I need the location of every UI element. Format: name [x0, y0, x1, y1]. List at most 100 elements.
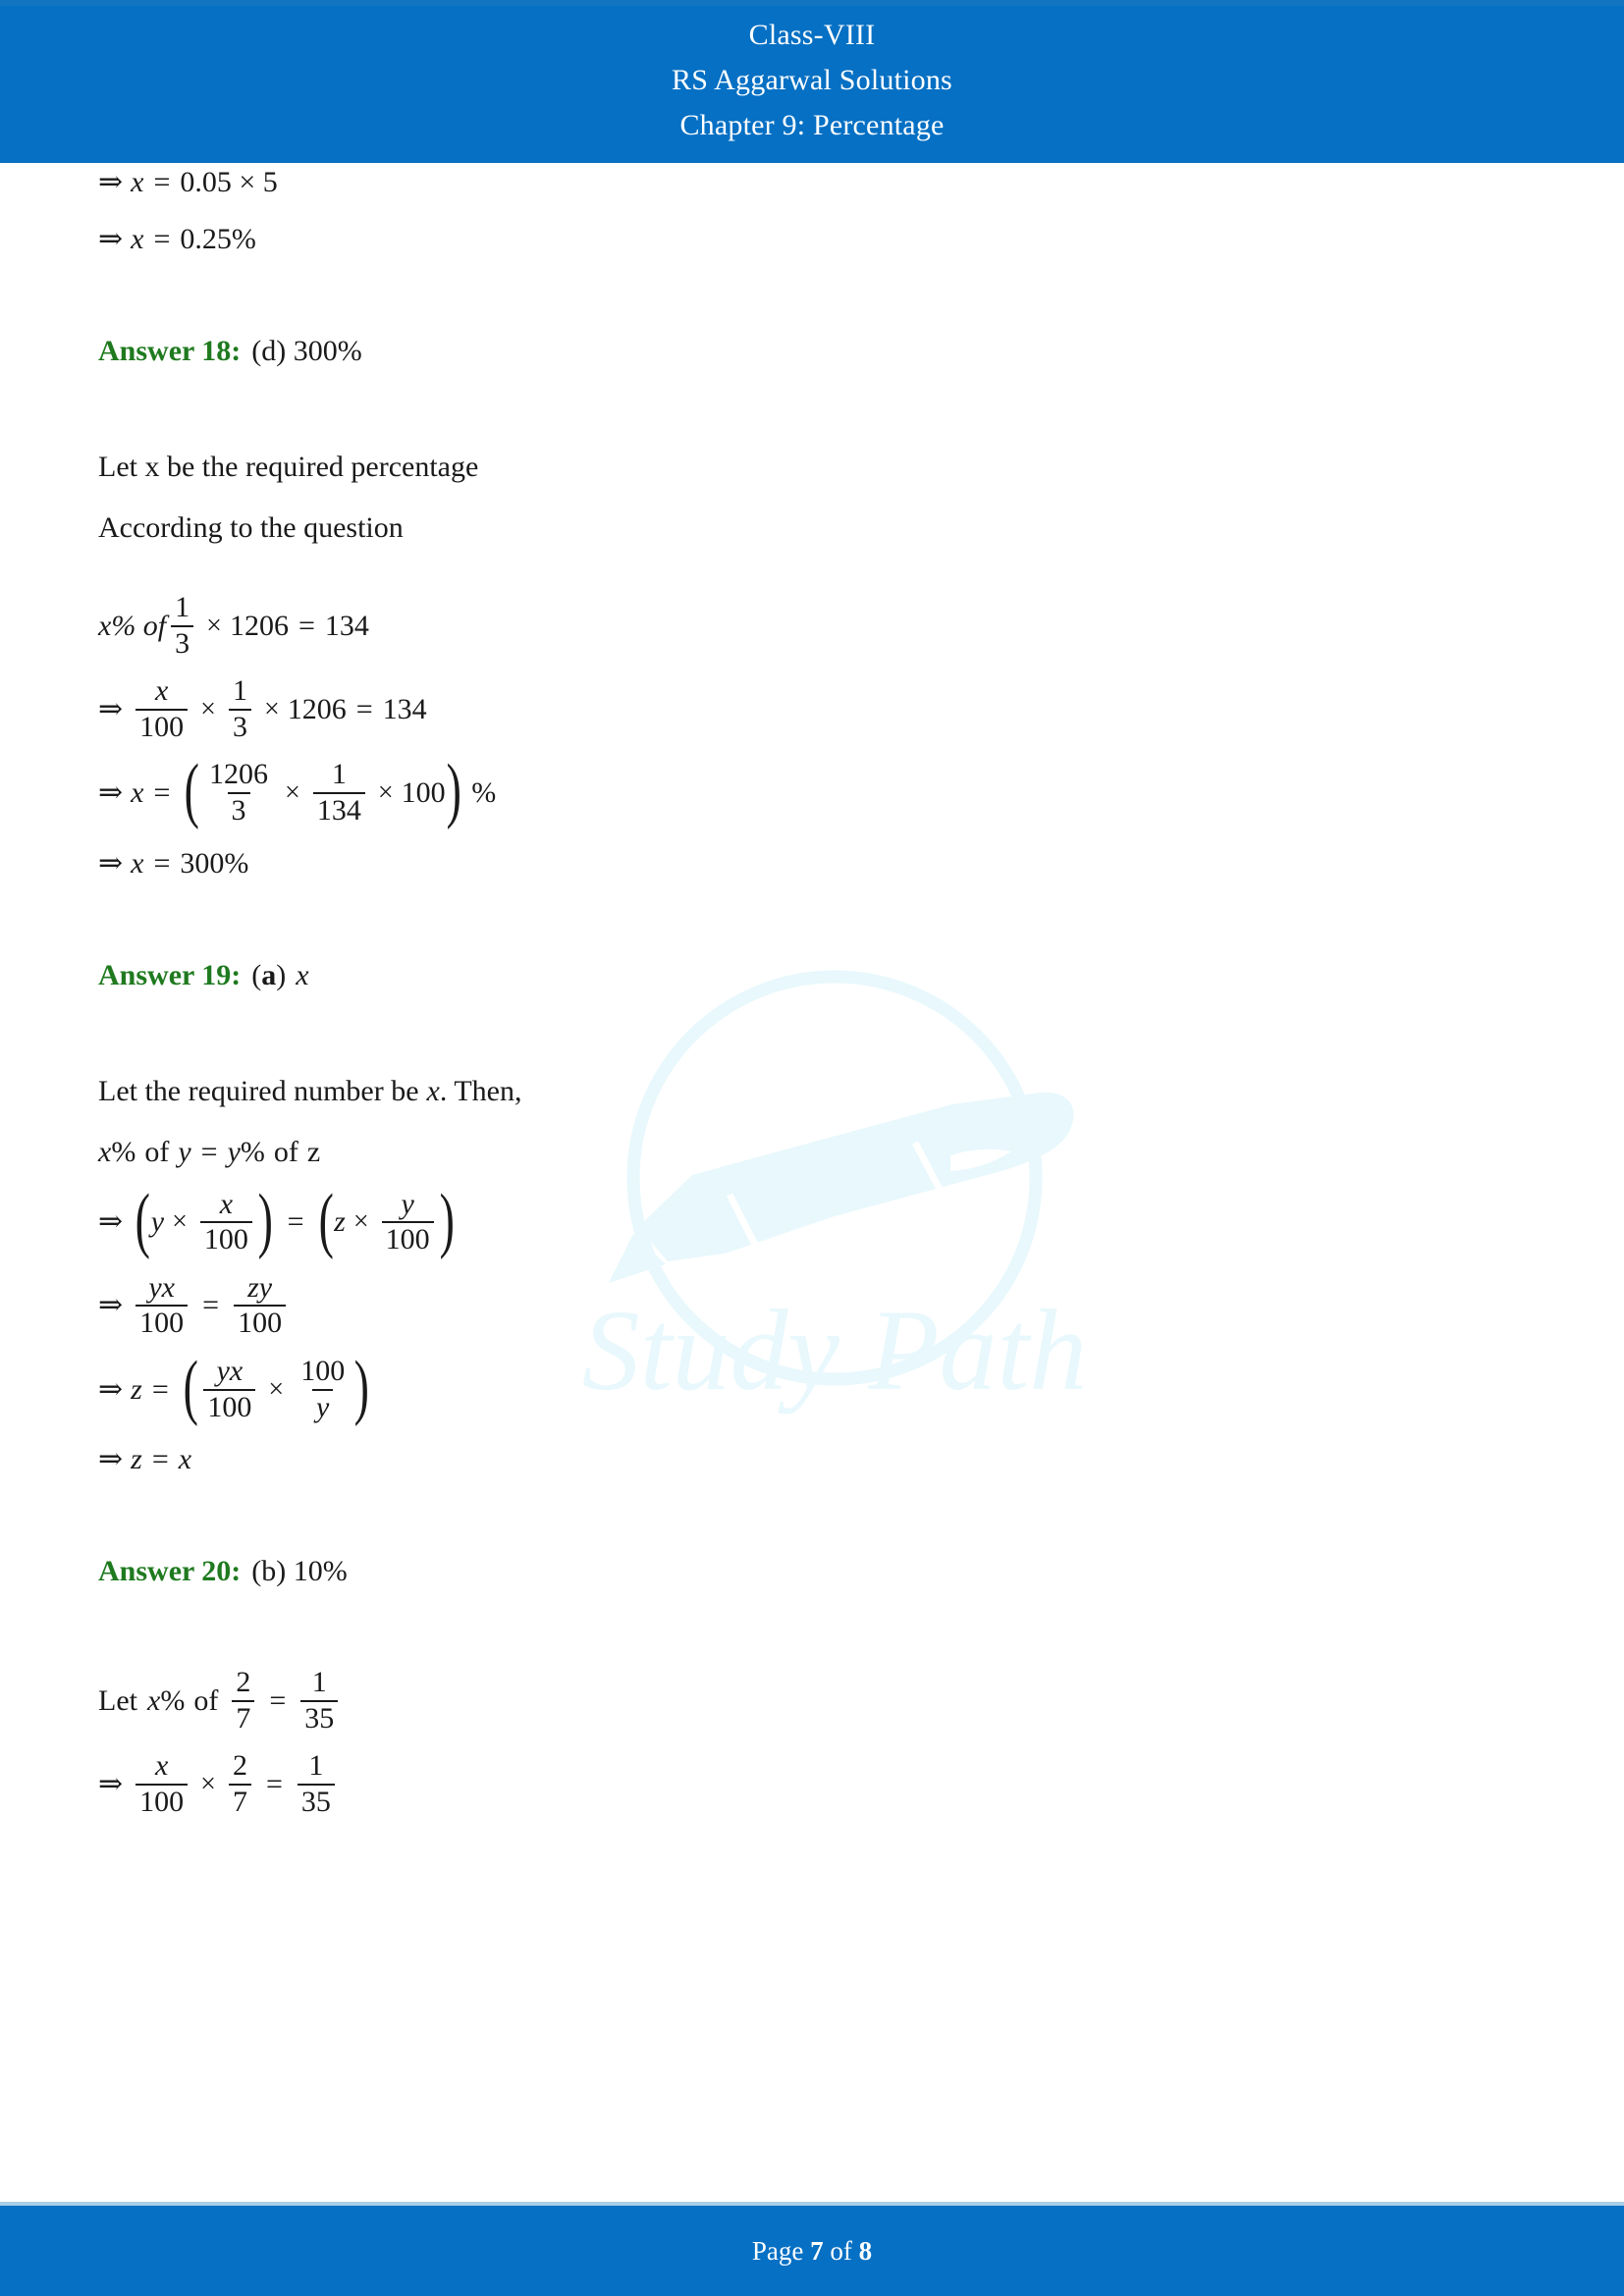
fraction-denominator: 100 [381, 1221, 434, 1255]
variable-x: x [131, 775, 144, 809]
word-of: of [273, 1135, 298, 1168]
right-paren-icon: ) [257, 1179, 273, 1260]
fraction-denominator: 3 [227, 791, 250, 827]
equation-result: 134 [382, 692, 427, 725]
variable-x: x [178, 1443, 192, 1476]
parenthesized-group-right: ( z × y 100 ) [314, 1183, 460, 1255]
fraction-1-over-35: 1 35 [300, 1666, 339, 1734]
equation-carryover-2: ⇒ x = 0.25% [98, 220, 1526, 259]
header-book-line: RS Aggarwal Solutions [672, 64, 952, 96]
equation-rhs: 0.25% [180, 223, 256, 255]
document-page: Class-VIII RS Aggarwal Solutions Chapter… [0, 0, 1624, 2296]
answer-20-equation-step-1: ⇒ x 100 × 2 7 = 1 35 [98, 1751, 1526, 1817]
equals-sign: = [269, 1683, 287, 1717]
fraction-2-over-7: 2 7 [232, 1668, 255, 1735]
fraction-2-over-7: 2 7 [228, 1751, 251, 1817]
equation-rhs: 0.05 × 5 [180, 166, 278, 198]
equals-sign: = [153, 775, 171, 809]
fraction-numerator: zy [247, 1270, 273, 1304]
left-paren-icon: ( [183, 1346, 198, 1427]
implies-arrow-icon: ⇒ [98, 846, 124, 880]
answer-19-label: Answer 19: [98, 958, 242, 991]
fraction-denominator: 100 [203, 1388, 256, 1423]
header-class-line: Class-VIII [748, 19, 876, 51]
fraction-numerator: 1 [311, 1666, 327, 1699]
fraction-numerator: x [154, 674, 169, 708]
right-paren-icon: ) [353, 1346, 370, 1427]
equals-sign: = [298, 609, 315, 642]
fraction-denominator: 35 [297, 1783, 335, 1818]
text-part-b: . Then, [439, 1074, 522, 1107]
equals-sign: = [265, 1767, 283, 1800]
multiplication-sign: × [200, 693, 216, 724]
fraction-numerator: x [154, 1749, 169, 1783]
equation-rhs: 300% [180, 846, 249, 880]
variable-z: z [306, 1135, 321, 1168]
multiplication-sign: × [377, 776, 394, 808]
equals-sign: = [151, 1372, 169, 1406]
equals-sign: = [200, 1135, 218, 1168]
implies-arrow-icon: ⇒ [98, 1289, 124, 1322]
fraction-denominator: 100 [135, 708, 189, 743]
answer-20-heading: Answer 20: (b) 10% [98, 1552, 1526, 1591]
fraction-numerator: 1 [175, 591, 190, 623]
fraction-numerator: 1206 [209, 758, 269, 791]
answer-19-equation-final: ⇒ z = x [98, 1440, 1526, 1479]
equals-sign: = [153, 846, 171, 880]
fraction-denominator: 7 [232, 1699, 255, 1735]
fraction-numerator: 100 [300, 1354, 346, 1387]
fraction-numerator: yx [216, 1354, 244, 1387]
answer-18-text-2: According to the question [98, 511, 404, 544]
answer-19-value-variable: x [296, 958, 309, 991]
implies-arrow-icon: ⇒ [98, 166, 124, 198]
equation-carryover-1: ⇒ x = 0.05 × 5 [98, 163, 1526, 202]
current-page-number: 7 [810, 2236, 824, 2266]
multiplication-sign: × [172, 1206, 188, 1238]
page-header: Class-VIII RS Aggarwal Solutions Chapter… [0, 0, 1624, 163]
equals-sign: = [202, 1289, 220, 1322]
implies-arrow-icon: ⇒ [98, 1205, 124, 1239]
fraction-1-over-134: 1 134 [312, 758, 365, 827]
variable-y: y [150, 1205, 165, 1239]
left-paren-icon: ( [135, 1179, 151, 1260]
fraction-denominator: 134 [312, 791, 365, 827]
page-footer: Page 7 of 8 [0, 2202, 1624, 2296]
percent-sign: % [471, 775, 497, 809]
answer-19-equation-step-3: ⇒ z = ( yx 100 × 100 y ) [98, 1346, 1526, 1427]
implies-arrow-icon: ⇒ [98, 1443, 124, 1476]
answer-18-equation-step-1: ⇒ x 100 × 1 3 × 1206 = 134 [98, 676, 1526, 742]
variable-x: x [98, 1135, 112, 1168]
percent-sign: % [240, 1135, 265, 1168]
answer-18-equation-step-2: ⇒ x = ( 1206 3 × 1 134 × 100 ) % [98, 754, 1526, 827]
answer-18-label: Answer 18: [98, 335, 242, 367]
fraction-numerator: x [219, 1187, 234, 1220]
answer-19-text-1: Let the required number be x . Then, [98, 1072, 1526, 1111]
equals-sign: = [355, 692, 373, 725]
text-part-a: Let the required number be [98, 1074, 419, 1107]
option-letter: a [261, 958, 277, 991]
fraction-numerator: 1 [331, 758, 347, 791]
fraction-denominator: 100 [234, 1305, 287, 1339]
implies-arrow-icon: ⇒ [98, 1767, 124, 1800]
variable-z: z [131, 1443, 142, 1476]
variable-x: x [131, 223, 144, 255]
implies-arrow-icon: ⇒ [98, 1372, 124, 1406]
option-close-paren: ) [276, 958, 287, 991]
multiplication-sign: × [200, 1768, 216, 1799]
fraction-denominator: 3 [228, 708, 251, 743]
answer-18-equation-setup: x% of 1 3 × 1206 = 134 [98, 591, 1526, 659]
parenthesized-group: ( yx 100 × 100 y ) [179, 1346, 374, 1427]
percent-sign: % [111, 1135, 136, 1168]
fraction-x-over-100: x 100 [135, 674, 189, 743]
fraction-100-over-y: 100 y [297, 1354, 349, 1422]
fraction-one-third: 1 3 [228, 676, 251, 743]
variable-x: x [146, 1683, 161, 1717]
implies-arrow-icon: ⇒ [98, 692, 124, 725]
answer-20-value: (b) 10% [251, 1555, 348, 1588]
